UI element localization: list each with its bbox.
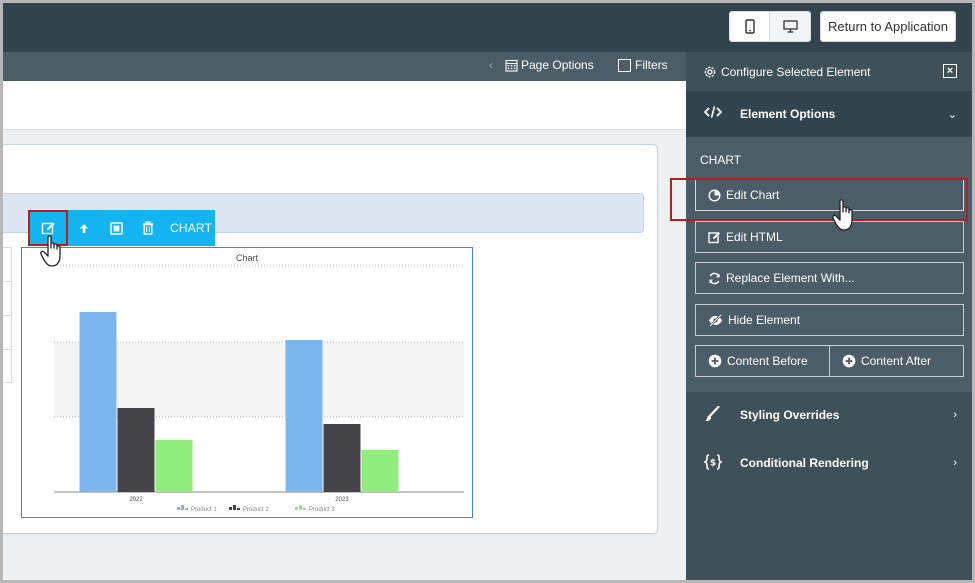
legend-swatch — [233, 505, 236, 510]
bar-chart: Chart 2022 2023 Product 1 Product 2 Product 3 — [54, 253, 464, 513]
configure-panel: Configure Selected Element × Element Opt… — [686, 52, 975, 583]
edit-html-label: Edit HTML — [726, 230, 783, 244]
chart-element[interactable]: Chart 2022 2023 Product 1 Product 2 Product 3 — [21, 247, 473, 518]
edit-icon — [708, 231, 720, 243]
legend-swatch — [295, 507, 298, 510]
plus-circle-icon — [842, 354, 856, 368]
chevron-down-icon: ⌄ — [947, 108, 957, 121]
legend-swatch — [237, 508, 240, 510]
legend-swatch — [177, 507, 180, 510]
styling-overrides-label: Styling Overrides — [740, 408, 840, 422]
legend-swatch — [185, 508, 188, 510]
replace-element-button[interactable]: Replace Element With... — [695, 262, 964, 294]
hide-element-button[interactable]: Hide Element — [695, 304, 964, 336]
chevron-right-icon: › — [953, 457, 957, 469]
curly-braces-icon: $ — [704, 454, 722, 470]
select-parent-button[interactable] — [100, 210, 132, 246]
bar — [117, 408, 155, 492]
replace-element-label: Replace Element With... — [726, 271, 855, 285]
table-row — [0, 316, 11, 350]
conditional-rendering-label: Conditional Rendering — [740, 456, 869, 470]
legend-swatch — [229, 507, 232, 510]
refresh-icon — [709, 272, 720, 284]
page-header-area — [0, 81, 686, 130]
legend-swatch — [299, 505, 302, 510]
mobile-icon — [744, 19, 755, 34]
x-tick-label: 2022 — [129, 497, 143, 503]
legend-swatch — [181, 505, 184, 510]
bar — [79, 312, 117, 492]
arrow-up-icon — [80, 223, 88, 233]
element-type-heading: CHART — [700, 153, 742, 167]
brush-icon — [705, 406, 720, 422]
edit-html-button[interactable]: Edit HTML — [695, 221, 964, 253]
filters-toggle[interactable]: Filters — [618, 58, 668, 72]
delete-element-button[interactable] — [132, 210, 164, 246]
edit-chart-button[interactable]: Edit Chart — [695, 179, 964, 211]
desktop-view-button[interactable] — [770, 12, 810, 41]
legend-label: Product 2 — [243, 507, 269, 513]
legend-label: Product 3 — [309, 507, 335, 513]
mobile-view-button[interactable] — [730, 12, 771, 41]
chevron-right-icon: › — [953, 409, 957, 421]
edit-chart-label: Edit Chart — [726, 188, 780, 202]
content-before-label: Content Before — [727, 354, 808, 368]
select-parent-icon — [109, 221, 123, 235]
element-type-label: CHART — [170, 221, 213, 235]
chevron-left-icon[interactable]: ‹ — [489, 58, 493, 72]
panel-header: Configure Selected Element × — [686, 52, 975, 91]
page-options-button[interactable]: Page Options — [505, 58, 594, 72]
bar — [285, 340, 323, 492]
styling-overrides-header[interactable]: Styling Overrides › — [686, 392, 975, 438]
content-before-button[interactable]: Content Before — [695, 345, 830, 377]
return-to-application-button[interactable]: Return to Application — [820, 11, 956, 42]
hand-cursor-icon — [40, 235, 61, 267]
legend-swatch — [303, 508, 306, 510]
panel-title: Configure Selected Element — [721, 64, 871, 79]
eye-slash-icon — [709, 313, 722, 327]
chart-title: Chart — [236, 253, 259, 263]
page-options-label: Page Options — [521, 58, 594, 72]
filters-label: Filters — [635, 58, 668, 72]
hide-element-label: Hide Element — [728, 313, 801, 327]
move-up-button[interactable] — [68, 210, 100, 246]
hand-cursor-icon — [832, 199, 853, 231]
element-options-body: CHART Edit Chart Edit HTML Replace Eleme — [686, 137, 975, 392]
filters-checkbox[interactable] — [618, 58, 631, 72]
bar — [155, 440, 193, 492]
x-tick-label: 2023 — [335, 497, 349, 503]
close-panel-button[interactable]: × — [943, 64, 957, 78]
code-icon — [704, 106, 722, 118]
page-toolbar: ‹ Page Options Filters — [0, 52, 686, 81]
element-options-header[interactable]: Element Options ⌄ — [686, 91, 975, 137]
calendar-grid-icon — [505, 59, 518, 72]
svg-text:$: $ — [710, 459, 716, 469]
gear-icon — [704, 66, 716, 77]
bar — [323, 424, 361, 492]
bar — [361, 450, 399, 492]
pie-chart-icon — [708, 188, 721, 202]
partial-table — [0, 247, 12, 383]
view-mode-toggle — [729, 11, 811, 42]
top-header: Return to Application — [0, 0, 975, 52]
element-options-label: Element Options — [740, 107, 836, 121]
content-after-button[interactable]: Content After — [829, 345, 964, 377]
conditional-rendering-header[interactable]: $ Conditional Rendering › — [686, 440, 975, 486]
plus-circle-icon — [708, 354, 722, 368]
desktop-icon — [782, 20, 798, 33]
legend-label: Product 1 — [191, 507, 217, 513]
close-icon: × — [946, 64, 954, 77]
trash-icon — [143, 221, 153, 235]
content-after-label: Content After — [861, 354, 932, 368]
table-row — [0, 248, 11, 282]
table-row — [0, 282, 11, 316]
